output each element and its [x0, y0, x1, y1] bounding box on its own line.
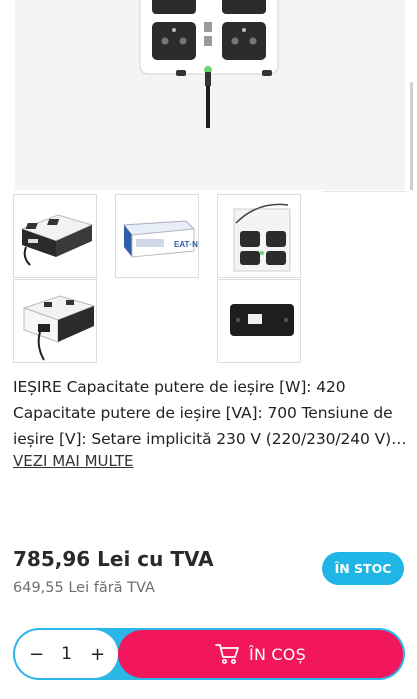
product-main-image[interactable] — [0, 0, 417, 190]
price-with-vat: 785,96 Lei cu TVA — [13, 547, 214, 571]
divider — [322, 191, 406, 192]
svg-text:EAT·N: EAT·N — [174, 240, 198, 249]
thumbnail-1[interactable] — [13, 194, 97, 278]
thumbnail-3[interactable] — [217, 194, 301, 278]
ups-top-icon — [233, 203, 291, 272]
see-more-link[interactable]: VEZI MAI MULTE — [13, 452, 133, 470]
quantity-stepper: − 1 + — [15, 630, 118, 678]
decrease-quantity-button[interactable]: − — [29, 644, 44, 665]
stock-badge: ÎN STOC — [322, 552, 404, 585]
price-without-vat: 649,55 Lei fără TVA — [13, 580, 155, 596]
add-to-cart-label: ÎN COȘ — [249, 644, 306, 664]
ups-main-icon — [139, 0, 279, 128]
ups-bottom-icon — [230, 304, 294, 336]
thumbnail-4[interactable] — [13, 279, 97, 363]
ups-rear-icon — [22, 295, 96, 361]
quantity-value[interactable]: 1 — [61, 644, 72, 664]
thumbnail-2[interactable]: EAT·N — [115, 194, 199, 278]
increase-quantity-button[interactable]: + — [90, 644, 105, 665]
product-description: IEȘIRE Capacitate putere de ieșire [W]: … — [13, 378, 407, 448]
cart-icon — [215, 644, 239, 664]
ups-box-icon: EAT·N — [123, 220, 198, 258]
gallery-scrollbar[interactable] — [410, 82, 413, 190]
ups-angle-icon — [20, 214, 94, 266]
add-to-cart-button[interactable]: ÎN COȘ — [118, 630, 403, 678]
thumbnail-5[interactable] — [217, 279, 301, 363]
